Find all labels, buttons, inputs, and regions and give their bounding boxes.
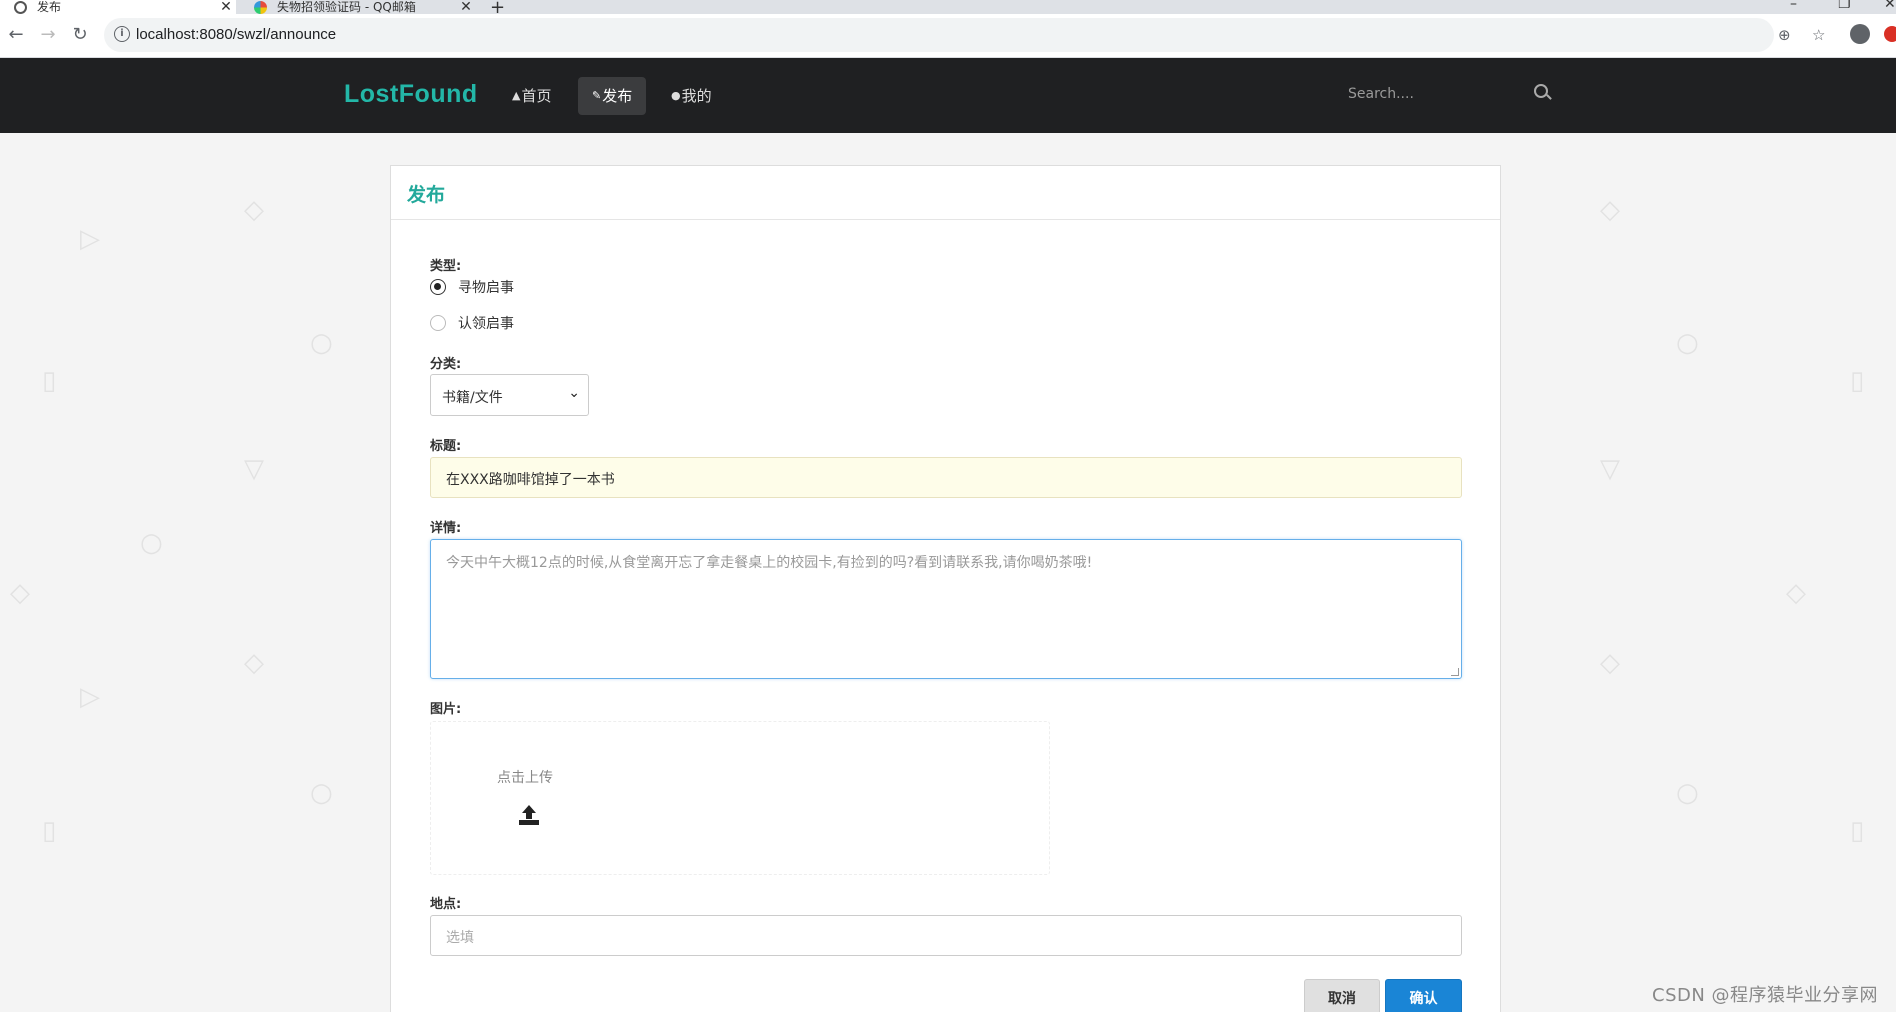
bar-decoration: ▯	[1850, 366, 1865, 396]
detail-textarea[interactable]: 今天中午大概12点的时候,从食堂离开忘了拿走餐桌上的校园卡,有捡到的吗?看到请联…	[430, 539, 1462, 679]
announce-form-card: 发布 类型: 寻物启事 认领启事 分类: 书籍/文件 ⌄ 标题: 在XXX路咖啡…	[390, 165, 1501, 1012]
url-field[interactable]: i localhost:8080/swzl/announce ⊕ ☆	[104, 18, 1825, 52]
circle-decoration: ○	[310, 328, 333, 358]
nav-item-label: 首页	[521, 87, 552, 105]
detail-label: 详情:	[430, 521, 462, 536]
minimize-icon[interactable]: –	[1790, 0, 1797, 12]
detail-placeholder: 今天中午大概12点的时候,从食堂离开忘了拿走餐桌上的校园卡,有捡到的吗?看到请联…	[446, 555, 1093, 571]
user-icon: ●	[671, 89, 681, 102]
close-icon[interactable]: ✕	[216, 0, 236, 14]
nav-item-home[interactable]: ▲ 首页	[498, 77, 565, 115]
back-icon[interactable]: ←	[6, 25, 26, 45]
brand-logo[interactable]: LostFound	[344, 80, 478, 109]
triangle-decoration: ▽	[244, 454, 264, 484]
tab-title: 发布	[37, 1, 62, 13]
image-label: 图片:	[430, 702, 462, 717]
browser-tab-bar: 发布 ✕ 失物招领验证码 - QQ邮箱 ✕ + – ❐ ✕	[0, 0, 1896, 18]
radio-claim-notice[interactable]: 认领启事	[430, 313, 514, 333]
search-icon[interactable]	[1534, 84, 1548, 98]
forward-icon[interactable]: →	[38, 25, 58, 45]
close-icon[interactable]: ✕	[456, 0, 476, 14]
radio-label: 认领启事	[458, 316, 514, 332]
url-text: localhost:8080/swzl/announce	[136, 26, 337, 43]
star-icon[interactable]: ☆	[1812, 26, 1825, 44]
resize-handle-icon[interactable]	[1451, 668, 1459, 676]
title-input[interactable]: 在XXX路咖啡馆掉了一本书	[430, 457, 1462, 498]
triangle-decoration: ▷	[80, 224, 100, 254]
diamond-decoration: ◇	[244, 195, 264, 225]
triangle-decoration: ▷	[80, 682, 100, 712]
nav-item-mine[interactable]: ● 我的	[657, 77, 726, 115]
diamond-decoration: ◇	[1600, 648, 1620, 678]
diamond-decoration: ◇	[1786, 578, 1806, 608]
image-upload-area[interactable]: 点击上传	[430, 721, 1050, 875]
restore-icon[interactable]: ❐	[1838, 0, 1851, 12]
home-icon: ▲	[512, 89, 521, 102]
category-value: 书籍/文件	[442, 390, 503, 406]
cancel-button[interactable]: 取消	[1304, 979, 1380, 1012]
address-bar: ← → ↻ i localhost:8080/swzl/announce ⊕ ☆	[0, 14, 1896, 58]
category-label: 分类:	[430, 357, 462, 372]
site-navbar: LostFound ▲ 首页 ✎ 发布 ● 我的 Search....	[0, 58, 1896, 133]
radio-label: 寻物启事	[458, 280, 514, 296]
zoom-icon[interactable]: ⊕	[1778, 26, 1791, 44]
nav-item-label: 发布	[602, 87, 633, 105]
window-close-icon[interactable]: ✕	[1884, 0, 1896, 12]
search-input[interactable]: Search....	[1348, 86, 1414, 102]
info-icon[interactable]: i	[114, 26, 130, 42]
triangle-decoration: ▽	[1600, 454, 1620, 484]
edit-icon: ✎	[592, 89, 602, 102]
card-header: 发布	[391, 166, 1500, 220]
chevron-down-icon: ⌄	[568, 385, 580, 401]
radio-button[interactable]	[430, 279, 446, 295]
title-label: 标题:	[430, 439, 462, 454]
browser-tab-active[interactable]: 发布 ✕	[0, 0, 236, 14]
bar-decoration: ▯	[42, 366, 57, 396]
category-select[interactable]: 书籍/文件 ⌄	[430, 374, 589, 416]
globe-icon	[14, 0, 27, 14]
diamond-decoration: ◇	[1600, 195, 1620, 225]
nav-item-announce[interactable]: ✎ 发布	[578, 77, 647, 115]
nav-item-label: 我的	[681, 87, 712, 105]
location-input[interactable]: 选填	[430, 915, 1462, 956]
location-label: 地点:	[430, 897, 462, 912]
title-value: 在XXX路咖啡馆掉了一本书	[446, 472, 615, 488]
type-label: 类型:	[430, 259, 462, 274]
radio-button[interactable]	[430, 315, 446, 331]
qqmail-icon	[254, 0, 267, 14]
diamond-decoration: ◇	[244, 648, 264, 678]
bar-decoration: ▯	[42, 816, 57, 846]
upload-icon	[519, 805, 539, 825]
page-title: 发布	[407, 184, 446, 206]
circle-decoration: ○	[310, 778, 333, 808]
extension-icon[interactable]	[1884, 26, 1896, 42]
watermark: CSDN @程序猿毕业分享网	[1652, 985, 1879, 1006]
circle-decoration: ○	[1676, 778, 1699, 808]
upload-text: 点击上传	[497, 770, 553, 786]
circle-decoration: ○	[140, 528, 163, 558]
account-icon[interactable]	[1850, 24, 1870, 44]
diamond-decoration: ◇	[10, 578, 30, 608]
tab-title: 失物招领验证码 - QQ邮箱	[277, 1, 416, 13]
radio-lost-notice[interactable]: 寻物启事	[430, 277, 514, 297]
confirm-button[interactable]: 确认	[1385, 979, 1462, 1012]
bar-decoration: ▯	[1850, 816, 1865, 846]
reload-icon[interactable]: ↻	[70, 25, 90, 45]
circle-decoration: ○	[1676, 328, 1699, 358]
location-placeholder: 选填	[446, 930, 474, 946]
browser-tab-qqmail[interactable]: 失物招领验证码 - QQ邮箱 ✕	[240, 0, 476, 14]
